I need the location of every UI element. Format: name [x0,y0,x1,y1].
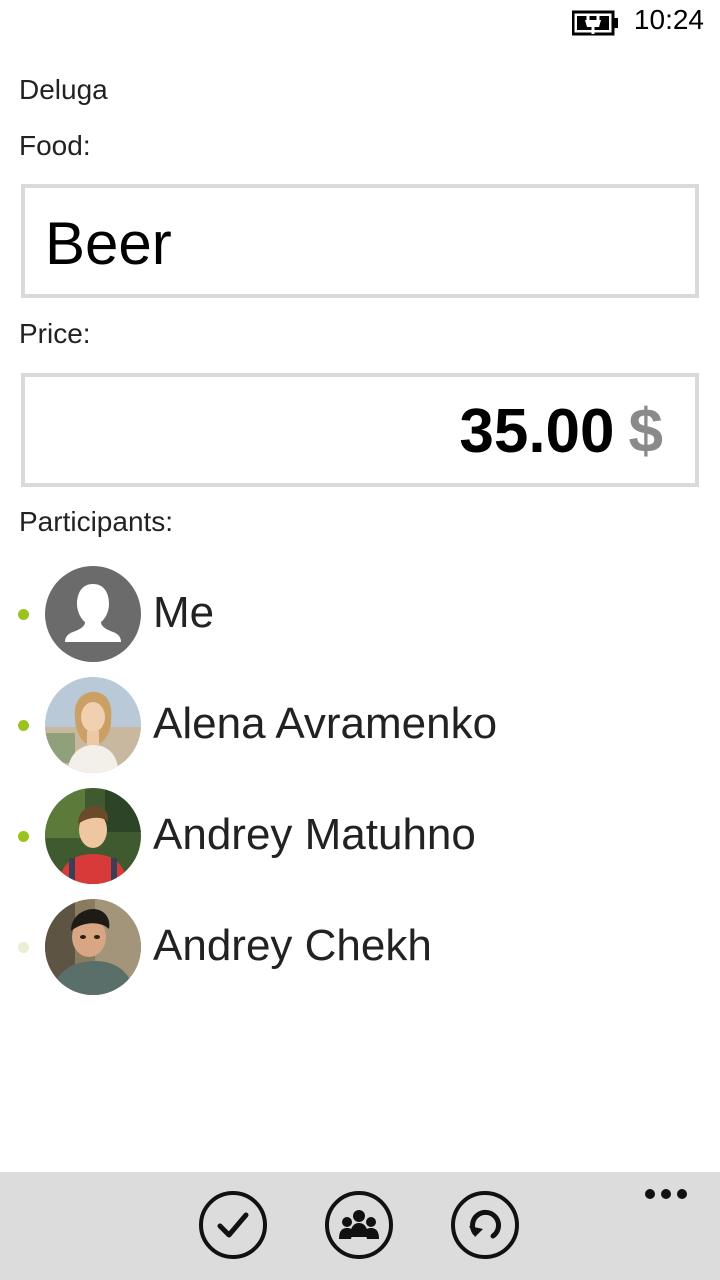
price-amount: 35.00 [459,397,615,466]
participant-item-andrey-matuhno[interactable]: Andrey Matuhno [0,788,720,899]
refresh-button[interactable] [451,1191,519,1259]
participant-name: Alena Avramenko [153,699,498,748]
avatar-photo [45,788,141,884]
application-bar [0,1172,720,1280]
participants-list: Me Alena Avramenko Andrey Matuhno Andrey… [0,566,720,1010]
participant-item-alena-avramenko[interactable]: Alena Avramenko [0,677,720,788]
participant-name: Andrey Chekh [153,921,432,970]
participants-button[interactable] [325,1191,393,1259]
battery-charging-icon [572,10,618,36]
selected-indicator [18,720,29,731]
food-label: Food: [19,130,91,161]
avatar [45,899,141,995]
food-input[interactable]: Beer [21,184,699,298]
price-input-value: 35.00 $ [459,401,663,463]
participants-label: Participants: [19,506,174,537]
avatar [45,788,141,884]
food-input-value: Beer [45,210,172,277]
unselected-indicator [18,942,29,953]
check-icon [217,1212,249,1238]
people-icon [339,1210,379,1239]
refresh-icon [469,1209,501,1239]
app-title: Deluga [19,74,108,105]
currency-symbol: $ [628,397,663,466]
avatar-photo [45,899,141,995]
selected-indicator [18,609,29,620]
participant-name: Andrey Matuhno [153,810,476,859]
ellipsis-icon[interactable] [644,1184,688,1204]
accept-button[interactable] [199,1191,267,1259]
status-bar: 10:24 [0,0,720,48]
status-clock: 10:24 [633,4,704,35]
default-person-icon [45,566,141,662]
avatar-photo [45,677,141,773]
participant-item-andrey-chekh[interactable]: Andrey Chekh [0,899,720,1010]
participant-name: Me [153,588,215,637]
avatar [45,566,141,662]
participant-item-me[interactable]: Me [0,566,720,677]
avatar [45,677,141,773]
price-label: Price: [19,318,91,349]
price-input[interactable]: 35.00 $ [21,373,699,487]
selected-indicator [18,831,29,842]
